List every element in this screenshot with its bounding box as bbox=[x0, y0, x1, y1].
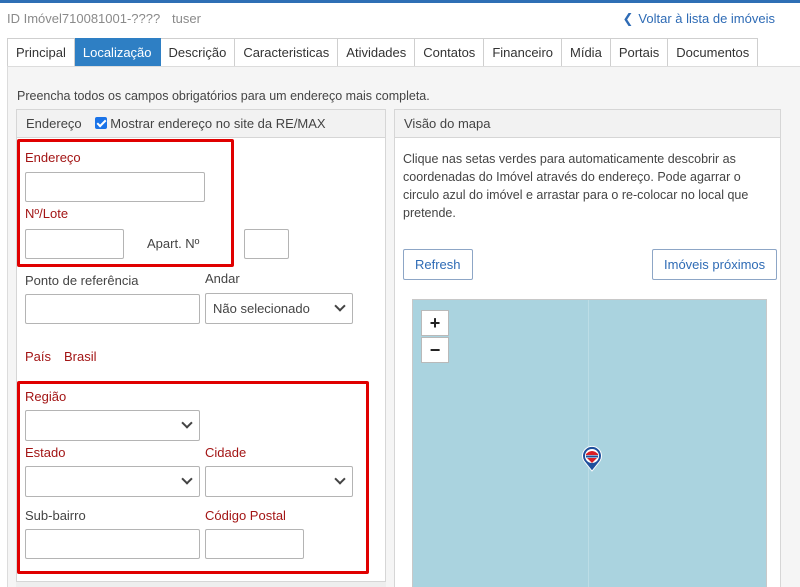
endereco-label: Endereço bbox=[25, 150, 81, 165]
property-id: ID Imóvel710081001-???? bbox=[7, 11, 161, 26]
zoom-out-button[interactable]: − bbox=[421, 337, 449, 363]
tab-contatos[interactable]: Contatos bbox=[415, 38, 485, 67]
tab-caracteristicas[interactable]: Caracteristicas bbox=[235, 38, 339, 67]
tab-descricao[interactable]: Descrição bbox=[160, 38, 236, 67]
apart-label: Apart. Nº bbox=[147, 236, 200, 251]
pais-label: País bbox=[25, 349, 52, 364]
show-address-label: Mostrar endereço no site da RE/MAX bbox=[110, 116, 326, 131]
back-to-list-label: Voltar à lista de imóveis bbox=[638, 11, 775, 26]
lote-label: Nº/Lote bbox=[25, 206, 69, 221]
estado-select[interactable] bbox=[25, 466, 200, 497]
tab-localizacao[interactable]: Localização bbox=[74, 38, 161, 67]
cidade-label: Cidade bbox=[205, 445, 247, 460]
map-panel-title: Visão do mapa bbox=[404, 116, 491, 131]
top-accent-bar bbox=[0, 0, 800, 3]
subbairro-input[interactable] bbox=[25, 529, 200, 559]
map-panel-header: Visão do mapa bbox=[395, 110, 780, 138]
cep-label: Código Postal bbox=[205, 508, 286, 523]
referencia-input[interactable] bbox=[25, 294, 200, 324]
refresh-button[interactable]: Refresh bbox=[403, 249, 473, 280]
next-panel-edge bbox=[16, 581, 386, 587]
map-grid-line bbox=[588, 300, 589, 587]
map-panel: Visão do mapa Clique nas setas verdes pa… bbox=[394, 109, 781, 587]
tab-financeiro[interactable]: Financeiro bbox=[484, 38, 563, 67]
chevron-down-icon bbox=[334, 473, 346, 485]
chevron-left-icon: ❮ bbox=[622, 11, 634, 26]
referencia-label: Ponto de referência bbox=[25, 273, 139, 288]
chevron-down-icon bbox=[334, 300, 346, 312]
address-panel: Endereço Mostrar endereço no site da RE/… bbox=[16, 109, 386, 587]
andar-select[interactable]: Não selecionado bbox=[205, 293, 353, 324]
zoom-in-button[interactable]: + bbox=[421, 310, 449, 336]
endereco-input[interactable] bbox=[25, 172, 205, 202]
back-to-list-link[interactable]: ❮ Voltar à lista de imóveis bbox=[623, 11, 775, 27]
tab-atividades[interactable]: Atividades bbox=[338, 38, 416, 67]
apart-input[interactable] bbox=[244, 229, 289, 259]
tab-content: Preencha todos os campos obrigatórios pa… bbox=[7, 66, 800, 587]
intro-text: Preencha todos os campos obrigatórios pa… bbox=[17, 89, 430, 103]
tab-portais[interactable]: Portais bbox=[610, 38, 669, 67]
chevron-down-icon bbox=[181, 473, 193, 485]
pais-value: Brasil bbox=[64, 349, 97, 364]
tab-principal[interactable]: Principal bbox=[7, 38, 75, 67]
lote-input[interactable] bbox=[25, 229, 124, 259]
tab-documentos[interactable]: Documentos bbox=[668, 38, 759, 67]
andar-label: Andar bbox=[205, 271, 240, 286]
map-view[interactable]: + − bbox=[412, 299, 767, 587]
map-description: Clique nas setas verdes para automaticam… bbox=[403, 152, 749, 220]
regiao-select[interactable] bbox=[25, 410, 200, 441]
andar-selected-value: Não selecionado bbox=[213, 301, 310, 316]
address-panel-header: Endereço Mostrar endereço no site da RE/… bbox=[17, 110, 385, 138]
cidade-select[interactable] bbox=[205, 466, 353, 497]
regiao-label: Região bbox=[25, 389, 67, 404]
nearby-properties-button[interactable]: Imóveis próximos bbox=[652, 249, 778, 280]
tab-bar: Principal Localização Descrição Caracter… bbox=[7, 38, 759, 67]
show-address-checkbox[interactable] bbox=[95, 117, 108, 129]
estado-label: Estado bbox=[25, 445, 66, 460]
property-marker-icon[interactable] bbox=[581, 446, 603, 472]
address-panel-title: Endereço bbox=[26, 116, 82, 131]
cep-input[interactable] bbox=[205, 529, 304, 559]
subbairro-label: Sub-bairro bbox=[25, 508, 86, 523]
chevron-down-icon bbox=[181, 417, 193, 429]
tab-midia[interactable]: Mídia bbox=[562, 38, 611, 67]
user-name: tuser bbox=[172, 11, 201, 26]
